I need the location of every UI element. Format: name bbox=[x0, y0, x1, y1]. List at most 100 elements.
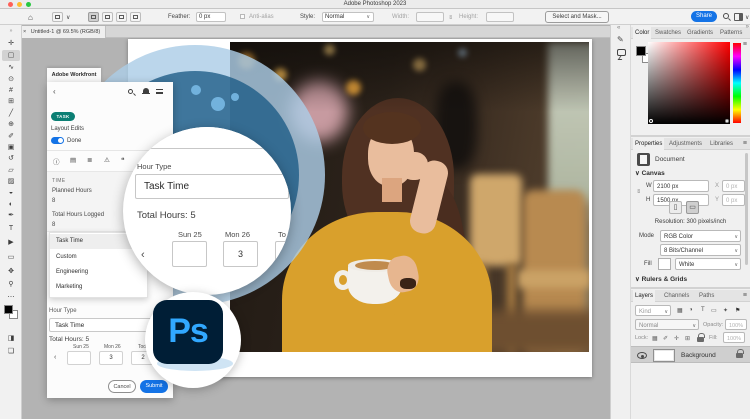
tab-channels[interactable]: Channels bbox=[664, 290, 689, 302]
share-button[interactable]: Share bbox=[691, 11, 717, 22]
path-selection-tool[interactable]: ▶ bbox=[0, 237, 22, 248]
bell-icon[interactable] bbox=[143, 88, 149, 93]
tab-color[interactable]: Color bbox=[633, 27, 651, 39]
tab-adjustments[interactable]: Adjustments bbox=[669, 138, 702, 150]
smart-object-filter-icon[interactable]: ✦ bbox=[723, 307, 728, 314]
canvas-x-input[interactable]: 0 px bbox=[722, 180, 745, 192]
dropdown-option-marketing[interactable]: Marketing bbox=[50, 280, 147, 295]
magnified-hours-input[interactable]: 3 bbox=[223, 241, 258, 267]
workspace-chevron-icon[interactable]: ∨ bbox=[745, 14, 749, 21]
magnified-hours-input[interactable] bbox=[172, 241, 207, 267]
layers-menu-icon[interactable]: ≡ bbox=[743, 290, 747, 302]
info-icon[interactable]: ⓘ bbox=[53, 156, 60, 166]
subtract-selection-mode-button[interactable] bbox=[116, 12, 127, 22]
tab-patterns[interactable]: Patterns bbox=[720, 27, 742, 39]
rectangular-marquee-tool[interactable]: ▢ bbox=[2, 50, 20, 61]
magnified-previous-week-icon[interactable]: ‹ bbox=[141, 249, 145, 261]
shape-tool[interactable]: ▭ bbox=[0, 252, 22, 263]
eraser-tool[interactable]: ▱ bbox=[0, 165, 22, 176]
layer-filter-select[interactable]: Kind∨ bbox=[635, 305, 671, 316]
feather-input[interactable]: 0 px bbox=[196, 12, 226, 22]
color-mode-select[interactable]: RGB Color∨ bbox=[660, 230, 741, 242]
more-tools-icon[interactable]: ⋯ bbox=[0, 292, 22, 303]
tab-libraries[interactable]: Libraries bbox=[710, 138, 733, 150]
clone-stamp-tool[interactable]: ▣ bbox=[0, 142, 22, 153]
done-toggle[interactable] bbox=[51, 137, 64, 144]
home-icon[interactable]: ⌂ bbox=[28, 13, 33, 22]
hour-type-select[interactable]: Task Time ∨ bbox=[49, 318, 159, 332]
zoom-tool[interactable]: ⚲ bbox=[0, 279, 22, 290]
color-field[interactable] bbox=[648, 42, 730, 124]
version-history-icon[interactable]: ✎ bbox=[617, 35, 624, 44]
canvas-area[interactable]: Adobe Workfront ‹ TASK Layout Edits Done… bbox=[22, 38, 610, 419]
magnified-hours-input[interactable] bbox=[275, 241, 291, 267]
move-tool[interactable]: ✛ bbox=[0, 38, 22, 49]
link-dimensions-icon[interactable]: ∞ bbox=[635, 189, 641, 193]
select-and-mask-button[interactable]: Select and Mask... bbox=[545, 11, 609, 23]
color-panel-menu-icon[interactable]: ≡ bbox=[743, 41, 747, 48]
adjustment-filter-icon[interactable]: ◑ bbox=[689, 307, 693, 313]
submit-button[interactable]: Submit bbox=[140, 380, 168, 393]
crop-tool[interactable]: # bbox=[0, 85, 22, 96]
color-field-handle[interactable] bbox=[649, 119, 653, 123]
object-selection-tool[interactable]: ⊙ bbox=[0, 74, 22, 85]
comments-icon[interactable] bbox=[617, 49, 626, 56]
comment-icon[interactable]: ❝ bbox=[121, 156, 125, 164]
hours-input-mon[interactable]: 3 bbox=[99, 351, 123, 365]
brush-tool[interactable]: ✐ bbox=[0, 131, 22, 142]
workspace-switcher-icon[interactable] bbox=[734, 13, 743, 21]
frame-tool[interactable]: ⊞ bbox=[0, 96, 22, 107]
style-select[interactable]: Normal∨ bbox=[322, 12, 374, 22]
close-tab-icon[interactable]: × bbox=[23, 29, 26, 35]
dropdown-option-engineering[interactable]: Engineering bbox=[50, 265, 147, 280]
color-field-handle[interactable] bbox=[725, 119, 729, 123]
tool-preset-chevron-icon[interactable]: ∨ bbox=[66, 14, 70, 21]
properties-menu-icon[interactable]: ≡ bbox=[743, 138, 747, 150]
add-selection-mode-button[interactable] bbox=[102, 12, 113, 22]
back-icon[interactable]: ‹ bbox=[53, 87, 56, 96]
lasso-tool[interactable]: ∿ bbox=[0, 62, 22, 73]
tab-layers[interactable]: Layers bbox=[633, 290, 655, 302]
workfront-tab[interactable]: Adobe Workfront bbox=[47, 68, 101, 82]
history-brush-tool[interactable]: ↺ bbox=[0, 153, 22, 164]
lock-artboard-icon[interactable]: ⊞ bbox=[685, 335, 690, 342]
lock-position-icon[interactable]: ✛ bbox=[674, 335, 679, 342]
layer-row-background[interactable]: Background bbox=[631, 346, 750, 363]
menu-icon[interactable] bbox=[156, 89, 163, 94]
tool-preset-icon[interactable] bbox=[52, 12, 63, 22]
tab-properties[interactable]: Properties bbox=[633, 138, 664, 150]
hand-tool[interactable]: ✥ bbox=[0, 266, 22, 277]
foreground-color-swatch[interactable] bbox=[636, 46, 646, 56]
dropdown-option-custom[interactable]: Custom bbox=[50, 250, 147, 265]
pen-tool[interactable]: ✒ bbox=[0, 210, 22, 221]
blend-mode-select[interactable]: Normal∨ bbox=[635, 319, 699, 330]
lock-pixels-icon[interactable]: ✐ bbox=[663, 335, 668, 342]
gradient-tool[interactable]: ▨ bbox=[0, 176, 22, 187]
lock-transparent-icon[interactable]: ▦ bbox=[652, 335, 658, 342]
hue-slider[interactable] bbox=[733, 43, 741, 123]
previous-week-icon[interactable]: ‹ bbox=[54, 354, 56, 361]
intersect-selection-mode-button[interactable] bbox=[130, 12, 141, 22]
bit-depth-select[interactable]: 8 Bits/Channel∨ bbox=[660, 244, 741, 256]
layer-thumbnail[interactable] bbox=[653, 349, 675, 362]
layer-visibility-icon[interactable] bbox=[637, 352, 647, 359]
eyedropper-tool[interactable]: ╱ bbox=[0, 108, 22, 119]
document-icon[interactable]: ▤ bbox=[70, 156, 76, 164]
width-input[interactable] bbox=[416, 12, 444, 22]
fill-color-swatch[interactable] bbox=[658, 258, 671, 270]
search-icon[interactable] bbox=[128, 89, 133, 94]
fill-select[interactable]: White∨ bbox=[675, 258, 741, 270]
shape-filter-icon[interactable]: ▭ bbox=[711, 307, 717, 314]
quick-mask-icon[interactable]: ◨ bbox=[0, 333, 22, 344]
magnified-hour-type-select[interactable]: Task Time bbox=[135, 174, 289, 199]
tab-swatches[interactable]: Swatches bbox=[655, 27, 681, 39]
dodge-tool[interactable]: ◐ bbox=[0, 199, 22, 210]
tab-gradients[interactable]: Gradients bbox=[687, 27, 713, 39]
foreground-color-swatch[interactable] bbox=[4, 305, 13, 314]
type-filter-icon[interactable]: T bbox=[701, 307, 705, 313]
pixel-filter-icon[interactable]: ▦ bbox=[677, 307, 683, 314]
document-tab[interactable]: × Untitled-1 @ 69.5% (RGB/8) bbox=[18, 26, 106, 38]
new-selection-mode-button[interactable] bbox=[88, 12, 99, 22]
portrait-orientation-button[interactable]: ▯ bbox=[669, 201, 682, 214]
foreground-background-swatches[interactable] bbox=[4, 305, 20, 321]
